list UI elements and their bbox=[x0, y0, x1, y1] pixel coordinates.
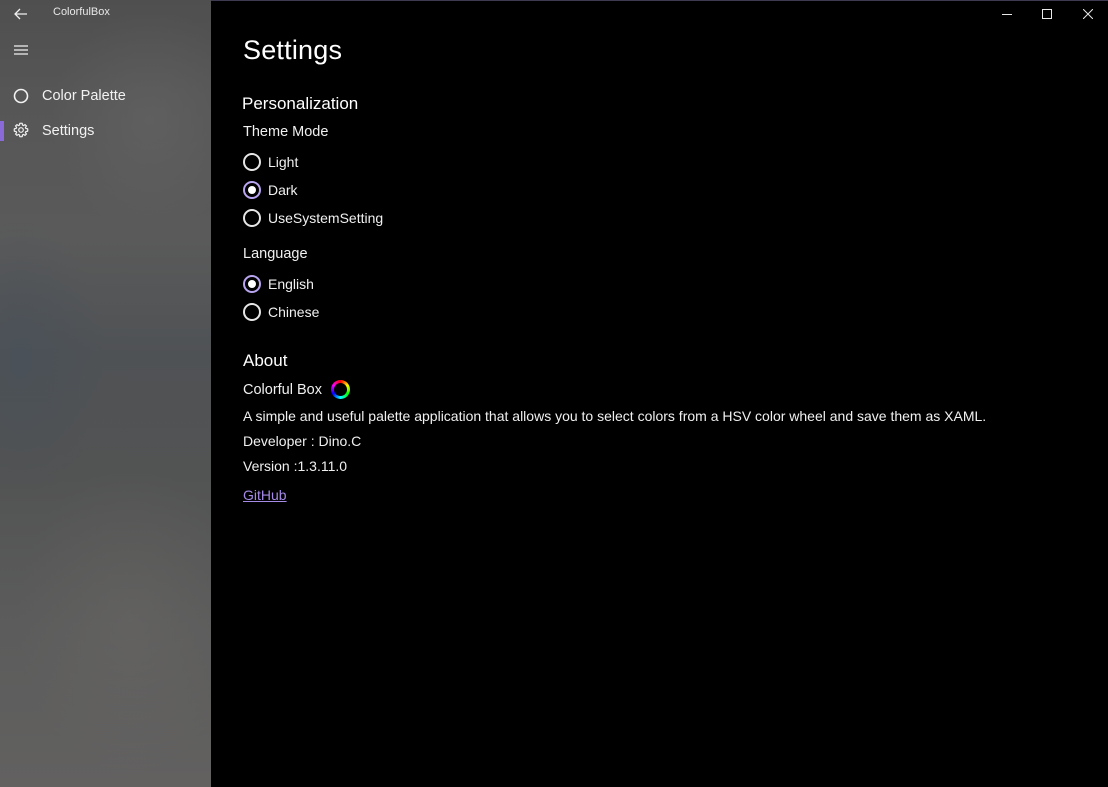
maximize-icon bbox=[1042, 9, 1053, 19]
minimize-button[interactable] bbox=[987, 0, 1028, 28]
window-title: ColorfulBox bbox=[53, 6, 110, 18]
nav-item-label: Settings bbox=[42, 123, 95, 139]
radio-label: UseSystemSetting bbox=[268, 210, 384, 226]
app-name: Colorful Box bbox=[243, 381, 322, 398]
radio-circle-checked bbox=[243, 275, 261, 293]
window-top-border bbox=[211, 0, 1108, 1]
menu-toggle-button[interactable] bbox=[9, 38, 33, 62]
page-title: Settings bbox=[243, 35, 343, 65]
theme-light-radio[interactable]: Light bbox=[243, 150, 298, 174]
window-controls bbox=[987, 0, 1108, 28]
version-info: Version :1.3.11.0 bbox=[243, 458, 348, 474]
nav-item-color-palette[interactable]: Color Palette bbox=[0, 78, 211, 114]
app-name-row: Colorful Box bbox=[243, 380, 350, 399]
radio-label: English bbox=[268, 276, 314, 292]
nav-item-settings[interactable]: Settings bbox=[0, 113, 211, 149]
language-label: Language bbox=[243, 246, 308, 262]
close-icon bbox=[1082, 9, 1093, 19]
circle-icon bbox=[12, 87, 30, 105]
theme-dark-radio[interactable]: Dark bbox=[243, 178, 298, 202]
developer-info: Developer : Dino.C bbox=[243, 433, 362, 449]
minimize-icon bbox=[1001, 14, 1012, 15]
about-heading: About bbox=[243, 351, 288, 370]
hamburger-icon bbox=[14, 45, 28, 55]
back-button[interactable] bbox=[8, 3, 34, 25]
theme-system-radio[interactable]: UseSystemSetting bbox=[243, 206, 383, 230]
github-link[interactable]: GitHub bbox=[243, 487, 287, 503]
radio-label: Dark bbox=[268, 182, 298, 198]
navigation-pane: ColorfulBox Color Palette Settings bbox=[0, 0, 211, 787]
radio-circle bbox=[243, 153, 261, 171]
personalization-heading: Personalization bbox=[242, 94, 359, 113]
radio-circle-checked bbox=[243, 181, 261, 199]
language-chinese-radio[interactable]: Chinese bbox=[243, 300, 319, 324]
close-button[interactable] bbox=[1068, 0, 1108, 28]
radio-label: Light bbox=[268, 154, 299, 170]
app-description: A simple and useful palette application … bbox=[243, 408, 987, 424]
radio-label: Chinese bbox=[268, 304, 320, 320]
maximize-button[interactable] bbox=[1027, 0, 1068, 28]
theme-mode-label: Theme Mode bbox=[243, 124, 329, 140]
radio-circle bbox=[243, 209, 261, 227]
radio-circle bbox=[243, 303, 261, 321]
gear-icon bbox=[12, 121, 30, 139]
nav-item-label: Color Palette bbox=[42, 88, 126, 104]
back-arrow-icon bbox=[14, 8, 27, 20]
language-english-radio[interactable]: English bbox=[243, 272, 314, 296]
color-wheel-icon bbox=[330, 380, 350, 399]
